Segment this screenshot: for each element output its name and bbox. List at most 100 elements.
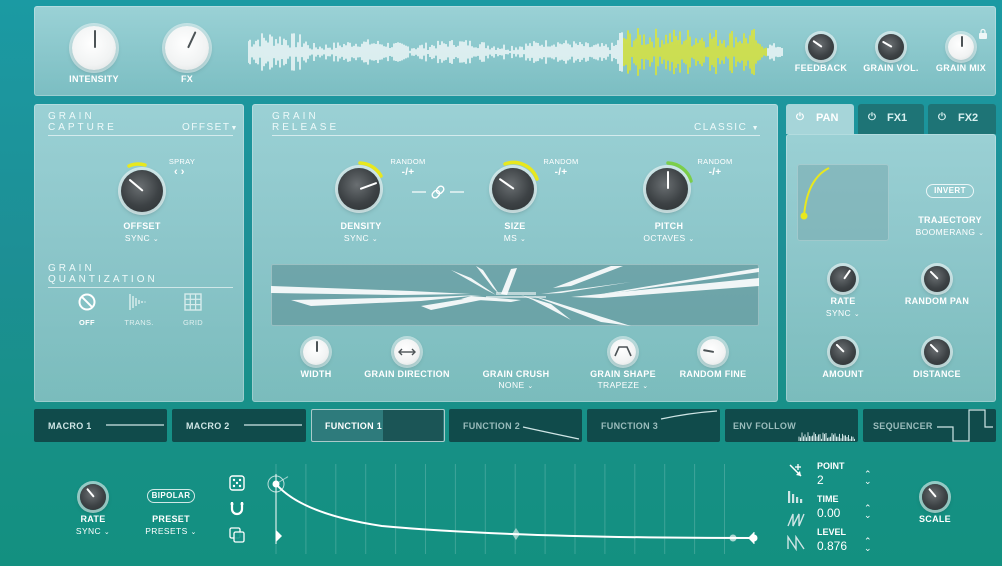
- ramp-wave-icon[interactable]: [787, 512, 805, 528]
- capture-title: CAPTURE: [48, 122, 117, 133]
- distance-knob[interactable]: [924, 339, 950, 365]
- quant-grid-label: GRID: [183, 318, 203, 327]
- density-random-value[interactable]: -/+: [392, 167, 424, 178]
- point-value[interactable]: 2: [817, 473, 824, 487]
- time-value[interactable]: 0.00: [817, 506, 840, 520]
- grain-crush-dropdown[interactable]: NONE ⌄: [486, 380, 546, 390]
- chevron-down-icon: ▼: [751, 125, 761, 132]
- spray-arrows-icon[interactable]: ‹ ›: [174, 166, 184, 178]
- trajectory-dropdown[interactable]: BOOMERANG ⌄: [905, 227, 995, 237]
- offset-sub-dropdown[interactable]: SYNC ⌄: [112, 233, 172, 243]
- pitch-random-value[interactable]: -/+: [699, 167, 731, 178]
- preset-dropdown[interactable]: PRESETS ⌄: [136, 526, 206, 536]
- capture-mode-dropdown[interactable]: OFFSET▼: [182, 122, 239, 133]
- grain-shape-dropdown[interactable]: TRAPEZE ⌄: [588, 380, 658, 390]
- tab-fx2[interactable]: ⏻ FX2: [928, 104, 996, 134]
- chevron-down-icon: ⌄: [190, 529, 197, 536]
- amount-knob[interactable]: [830, 339, 856, 365]
- direction-arrows-icon: [398, 348, 416, 356]
- intensity-knob[interactable]: [72, 26, 116, 70]
- function-curve-editor[interactable]: [262, 454, 772, 566]
- spray-label: SPRAY: [168, 157, 196, 166]
- tab-function-3[interactable]: FUNCTION 3: [587, 409, 720, 442]
- dice-icon[interactable]: [228, 474, 246, 492]
- feedback-knob[interactable]: [808, 34, 834, 60]
- point-stepper-icon[interactable]: ⌃ ⌄: [864, 470, 872, 486]
- offset-sub-value: SYNC: [124, 233, 151, 243]
- tab-pan[interactable]: ⏻ PAN: [786, 104, 854, 134]
- release-mode-value: CLASSIC: [694, 122, 748, 133]
- capture-title-top: GRAIN: [48, 111, 95, 122]
- invert-button[interactable]: INVERT: [926, 184, 974, 198]
- grain-release-panel: [252, 104, 778, 402]
- tab-fx1[interactable]: ⏻ FX1: [858, 104, 924, 134]
- capture-mode-value: OFFSET: [182, 122, 231, 133]
- size-knob[interactable]: [492, 168, 534, 210]
- fx-knob[interactable]: [165, 26, 209, 70]
- tab-macro-1[interactable]: MACRO 1: [34, 409, 167, 442]
- power-icon: ⏻: [868, 112, 876, 123]
- level-value[interactable]: 0.876: [817, 539, 847, 553]
- copy-icon[interactable]: [228, 526, 246, 544]
- level-stepper-icon[interactable]: ⌃ ⌄: [864, 537, 872, 553]
- release-mode-dropdown[interactable]: CLASSIC ▼: [694, 122, 760, 133]
- size-sub-value: MS: [503, 233, 518, 243]
- point-label: POINT: [817, 461, 845, 471]
- pan-trajectory-display[interactable]: [797, 164, 889, 241]
- grain-direction-label: GRAIN DIRECTION: [364, 369, 450, 379]
- pan-rate-dropdown[interactable]: SYNC ⌄: [813, 308, 873, 318]
- pitch-random-label: RANDOM: [697, 157, 733, 166]
- tab-env-follow-label: ENV FOLLOW: [733, 421, 796, 431]
- random-pan-knob[interactable]: [924, 266, 950, 292]
- macro-1-preview: [106, 424, 164, 426]
- off-icon[interactable]: [77, 292, 97, 312]
- bars-icon[interactable]: [787, 488, 805, 504]
- size-random-value[interactable]: -/+: [545, 167, 577, 178]
- trajectory-value: BOOMERANG: [915, 227, 976, 237]
- size-sub-dropdown[interactable]: MS ⌄: [485, 233, 545, 243]
- link-icon[interactable]: [410, 184, 466, 200]
- time-stepper-icon[interactable]: ⌃ ⌄: [864, 504, 872, 520]
- grain-vol-knob[interactable]: [878, 34, 904, 60]
- lock-icon[interactable]: [977, 28, 989, 40]
- scale-knob[interactable]: [922, 484, 948, 510]
- chevron-down-icon: ⌄: [527, 383, 534, 390]
- add-point-icon[interactable]: [787, 462, 805, 480]
- quant-off-label: OFF: [79, 318, 95, 327]
- tab-macro-2-label: MACRO 2: [186, 421, 230, 431]
- release-divider: [272, 135, 760, 136]
- random-fine-knob[interactable]: [700, 339, 726, 365]
- tab-sequencer[interactable]: SEQUENCER: [863, 409, 996, 442]
- tab-fx2-label: FX2: [958, 112, 979, 124]
- offset-knob[interactable]: [121, 170, 163, 212]
- width-knob[interactable]: [303, 339, 329, 365]
- grid-icon[interactable]: [183, 292, 203, 312]
- grain-mix-knob[interactable]: [948, 34, 974, 60]
- tab-env-follow[interactable]: ENV FOLLOW: [725, 409, 858, 442]
- function-1-preview: [383, 410, 443, 441]
- input-waveform[interactable]: [248, 28, 783, 76]
- pitch-sub-dropdown[interactable]: OCTAVES ⌄: [634, 233, 704, 243]
- pitch-knob[interactable]: [646, 168, 688, 210]
- function-rate-dropdown[interactable]: SYNC ⌄: [63, 526, 123, 536]
- pitch-sub-value: OCTAVES: [643, 233, 686, 243]
- saw-wave-icon[interactable]: [787, 535, 805, 551]
- tab-function-2[interactable]: FUNCTION 2: [449, 409, 582, 442]
- magnet-icon[interactable]: [228, 500, 246, 518]
- density-knob[interactable]: [338, 168, 380, 210]
- pan-rate-label: RATE: [830, 296, 856, 306]
- grain-visualizer-graphic: [271, 266, 759, 326]
- pan-rate-knob[interactable]: [830, 266, 856, 292]
- release-title-top: GRAIN: [272, 111, 319, 122]
- function-rate-knob[interactable]: [80, 484, 106, 510]
- transient-icon[interactable]: [127, 292, 151, 312]
- density-label: DENSITY: [340, 221, 382, 231]
- chevron-down-icon: ⌄: [853, 311, 861, 318]
- level-label: LEVEL: [817, 527, 847, 537]
- tab-function-1[interactable]: FUNCTION 1: [311, 409, 445, 442]
- bipolar-button[interactable]: BIPOLAR: [147, 489, 195, 503]
- density-sub-dropdown[interactable]: SYNC ⌄: [331, 233, 391, 243]
- density-sub-value: SYNC: [343, 233, 370, 243]
- tab-macro-2[interactable]: MACRO 2: [172, 409, 306, 442]
- chevron-down-icon: ⌄: [520, 236, 527, 243]
